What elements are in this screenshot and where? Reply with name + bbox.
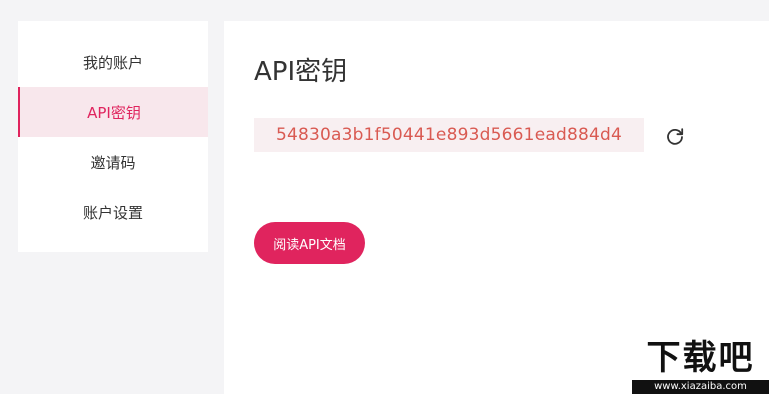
sidebar: 我的账户 API密钥 邀请码 账户设置	[18, 21, 208, 252]
watermark-logo: 下载吧	[632, 336, 769, 380]
sidebar-item-label: 账户设置	[82, 203, 143, 222]
read-api-docs-button[interactable]: 阅读API文档	[254, 222, 365, 264]
sidebar-item-my-account[interactable]: 我的账户	[18, 37, 208, 87]
sidebar-item-api-key[interactable]: API密钥	[18, 87, 208, 137]
sidebar-item-label: API密钥	[87, 103, 141, 122]
sidebar-item-label: 我的账户	[82, 53, 143, 72]
page: 我的账户 API密钥 邀请码 账户设置 API密钥 54830a3b1f5044…	[0, 0, 769, 394]
api-key-value: 54830a3b1f50441e893d5661ead884d4	[275, 125, 623, 145]
refresh-icon[interactable]	[664, 125, 686, 147]
sidebar-item-invite-code[interactable]: 邀请码	[18, 137, 208, 187]
sidebar-item-account-settings[interactable]: 账户设置	[18, 187, 208, 237]
watermark-url: www.xiazaiba.com	[632, 380, 769, 394]
sidebar-item-label: 邀请码	[90, 153, 136, 172]
api-key-display: 54830a3b1f50441e893d5661ead884d4	[254, 118, 644, 152]
watermark: 下载吧 www.xiazaiba.com	[632, 336, 769, 394]
page-title: API密钥	[254, 57, 348, 87]
